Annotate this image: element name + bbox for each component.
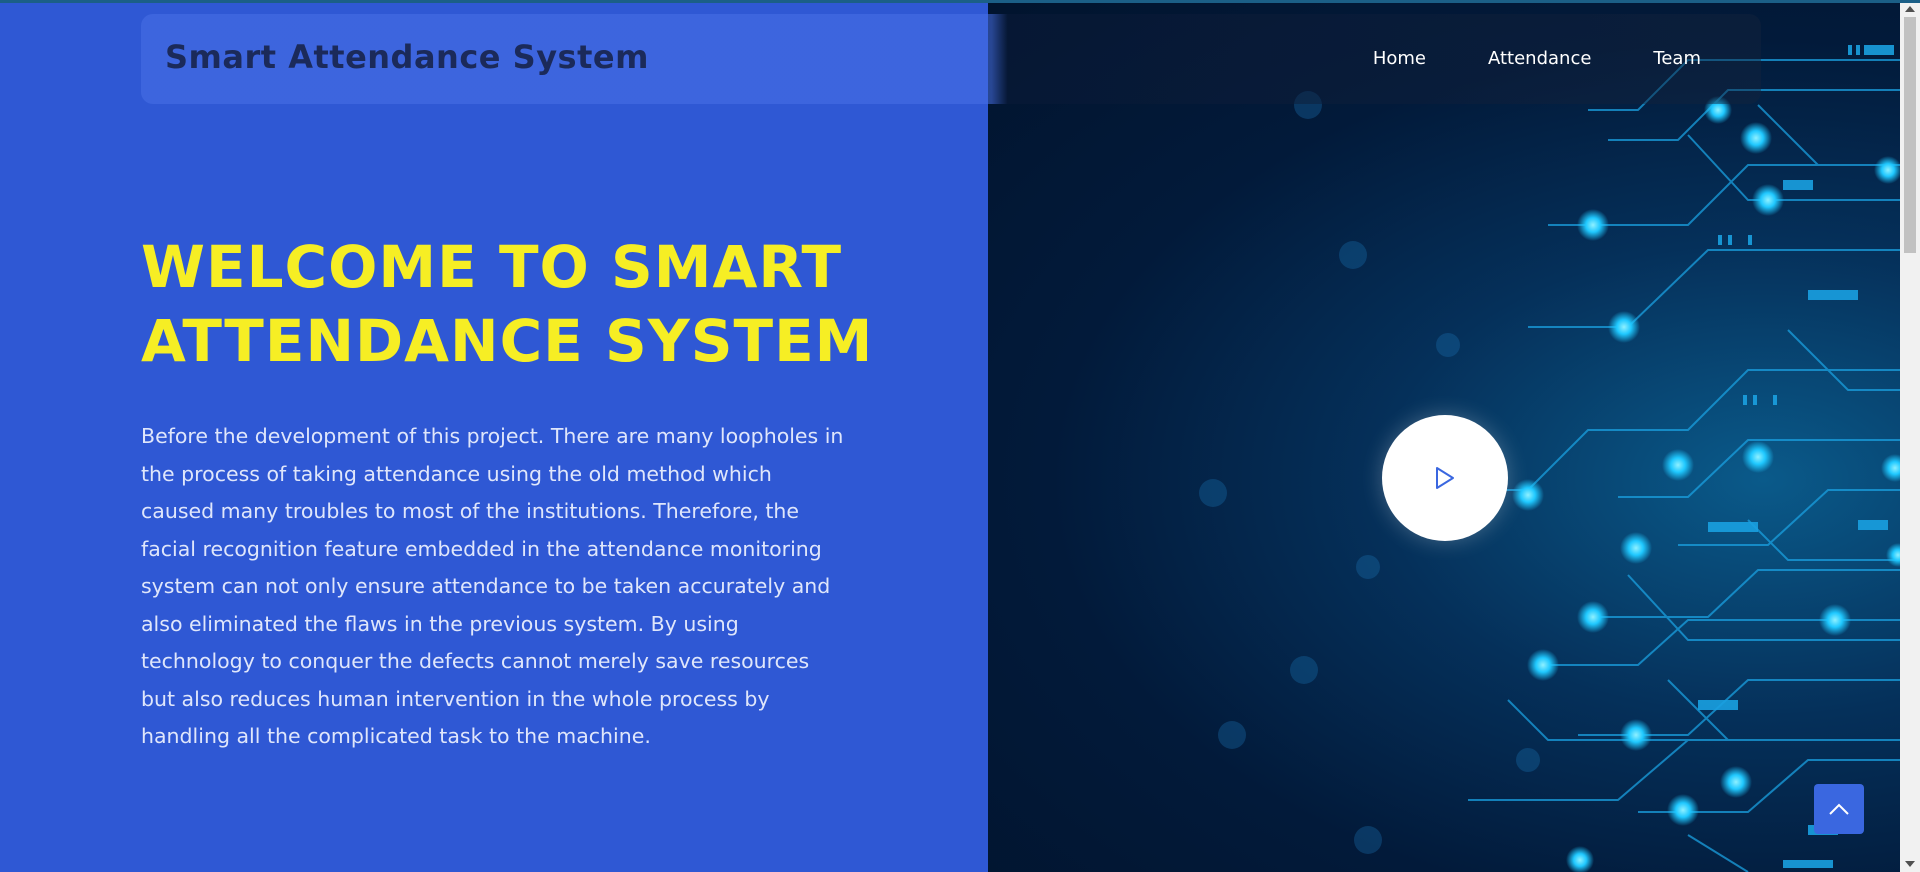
chevron-up-icon: [1829, 803, 1849, 815]
vertical-scrollbar[interactable]: [1900, 0, 1920, 872]
nav-link-team[interactable]: Team: [1653, 48, 1701, 69]
play-video-button[interactable]: [1382, 415, 1508, 541]
back-to-top-button[interactable]: [1814, 784, 1864, 834]
top-border: [0, 0, 1920, 3]
hero-title-line-2: ATTENDANCE SYSTEM: [141, 307, 874, 375]
brand-logo-text[interactable]: Smart Attendance System: [165, 38, 649, 76]
nav-link-home[interactable]: Home: [1373, 48, 1426, 69]
hero-title: WELCOME TO SMART ATTENDANCE SYSTEM: [141, 230, 901, 378]
nav-links: Home Attendance Team: [1311, 48, 1701, 69]
scrollbar-thumb[interactable]: [1904, 17, 1916, 253]
scroll-down-arrow[interactable]: [1900, 855, 1920, 872]
triangle-up-icon: [1905, 5, 1915, 12]
navbar: Smart Attendance System Home Attendance …: [141, 14, 1761, 104]
play-icon: [1436, 467, 1454, 489]
triangle-down-icon: [1905, 860, 1915, 867]
nav-link-attendance[interactable]: Attendance: [1488, 48, 1591, 69]
page: Smart Attendance System Home Attendance …: [0, 0, 1920, 872]
hero-title-line-1: WELCOME TO SMART: [141, 233, 843, 301]
hero-description: Before the development of this project. …: [141, 424, 844, 748]
